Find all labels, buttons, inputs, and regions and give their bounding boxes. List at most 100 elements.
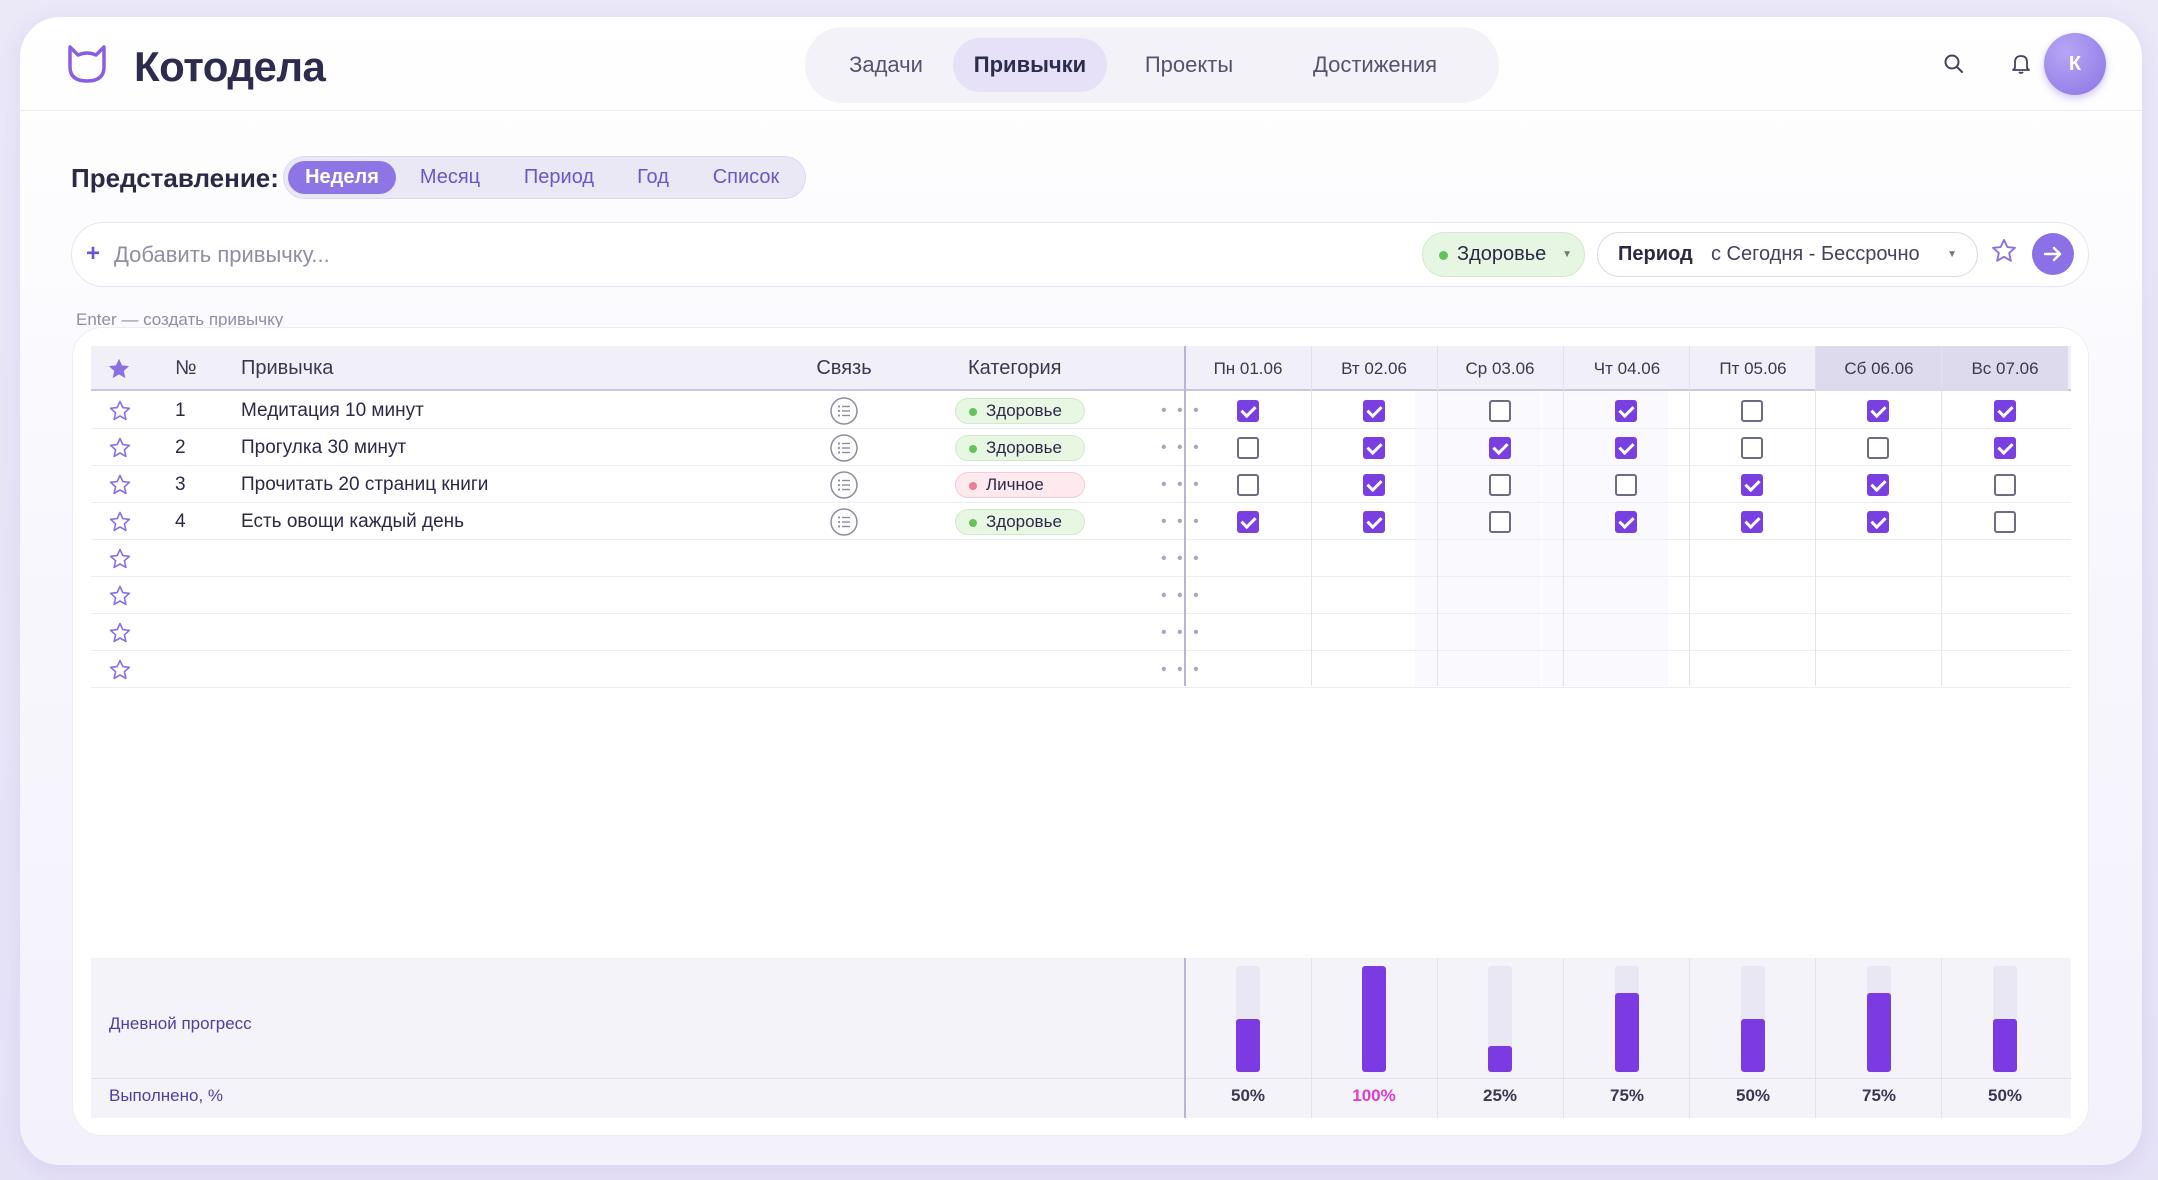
star-icon[interactable]: [108, 436, 132, 465]
row-menu-icon[interactable]: • • •: [1161, 651, 1202, 688]
habit-checkbox[interactable]: [1489, 437, 1511, 459]
header-day: Ср 03.06: [1465, 359, 1535, 378]
star-icon[interactable]: [1990, 237, 2018, 270]
habit-checkbox[interactable]: [1615, 511, 1637, 533]
linked-list-icon[interactable]: [829, 433, 859, 468]
habit-checkbox[interactable]: [1741, 511, 1763, 533]
table-row[interactable]: • • •: [91, 651, 2071, 688]
star-icon[interactable]: [108, 547, 132, 576]
category-select[interactable]: Здоровье ▼: [1422, 232, 1585, 277]
habit-checkbox[interactable]: [1741, 437, 1763, 459]
star-icon[interactable]: [108, 584, 132, 613]
habit-checkbox[interactable]: [1615, 437, 1637, 459]
view-tab-month[interactable]: Месяц: [400, 161, 500, 194]
linked-list-icon[interactable]: [829, 470, 859, 505]
category-dot: [969, 482, 977, 490]
row-menu-icon[interactable]: • • •: [1161, 577, 1202, 614]
row-menu-icon[interactable]: • • •: [1161, 540, 1202, 577]
submit-arrow-button[interactable]: [2032, 233, 2074, 275]
habit-checkbox[interactable]: [1237, 437, 1259, 459]
habit-checkbox[interactable]: [1363, 437, 1385, 459]
table-row[interactable]: • • •: [91, 540, 2071, 577]
progress-bar-fill: [1741, 1019, 1765, 1072]
table-row[interactable]: 3 Прочитать 20 страниц книги Личное • • •: [91, 466, 2071, 503]
row-menu-icon[interactable]: • • •: [1161, 429, 1202, 466]
habit-checkbox[interactable]: [1237, 400, 1259, 422]
nav-tasks[interactable]: Задачи: [825, 38, 947, 92]
habit-name[interactable]: Есть овощи каждый день: [241, 503, 464, 540]
row-menu-icon[interactable]: • • •: [1161, 614, 1202, 651]
table-row[interactable]: 1 Медитация 10 минут Здоровье • • •: [91, 392, 2071, 429]
row-menu-icon[interactable]: • • •: [1161, 466, 1202, 503]
avatar[interactable]: К: [2044, 33, 2106, 95]
habit-checkbox[interactable]: [1363, 511, 1385, 533]
habit-name[interactable]: Прогулка 30 минут: [241, 429, 406, 466]
habit-checkbox[interactable]: [1994, 437, 2016, 459]
period-select[interactable]: Период с Сегодня - Бессрочно ▼: [1597, 232, 1978, 277]
star-icon[interactable]: [108, 658, 132, 687]
habit-checkbox[interactable]: [1994, 511, 2016, 533]
category-badge-label: Здоровье: [986, 512, 1062, 531]
habit-checkbox[interactable]: [1363, 400, 1385, 422]
habit-name[interactable]: Прочитать 20 страниц книги: [241, 466, 488, 503]
habit-checkbox[interactable]: [1237, 511, 1259, 533]
progress-bar-track: [1362, 966, 1386, 1072]
bell-icon[interactable]: [2004, 47, 2038, 81]
habit-checkbox[interactable]: [1615, 474, 1637, 496]
habit-checkbox[interactable]: [1867, 474, 1889, 496]
star-icon[interactable]: [108, 510, 132, 539]
star-icon[interactable]: [108, 621, 132, 650]
category-dot: [969, 519, 977, 527]
category-badge[interactable]: Здоровье: [955, 435, 1085, 461]
habit-checkbox[interactable]: [1489, 511, 1511, 533]
habit-checkbox[interactable]: [1867, 437, 1889, 459]
habit-checkbox[interactable]: [1741, 400, 1763, 422]
view-tab-period[interactable]: Период: [506, 161, 612, 194]
habit-checkbox[interactable]: [1615, 400, 1637, 422]
category-badge[interactable]: Личное: [955, 472, 1085, 498]
table-row[interactable]: • • •: [91, 614, 2071, 651]
linked-list-icon[interactable]: [829, 507, 859, 542]
habit-checkbox[interactable]: [1363, 474, 1385, 496]
habit-checkbox[interactable]: [1489, 400, 1511, 422]
main-nav: Задачи Привычки Проекты Достижения: [805, 27, 1499, 103]
category-badge[interactable]: Здоровье: [955, 509, 1085, 535]
habit-checkbox[interactable]: [1994, 474, 2016, 496]
logo[interactable]: Котодела: [64, 41, 326, 92]
column-divider: [1563, 346, 1564, 686]
period-value: с Сегодня - Бессрочно: [1711, 243, 1920, 265]
view-tab-year[interactable]: Год: [618, 161, 688, 194]
linked-list-icon[interactable]: [829, 396, 859, 431]
habit-checkbox[interactable]: [1741, 474, 1763, 496]
progress-bar-track: [1615, 966, 1639, 1072]
habit-checkbox[interactable]: [1994, 400, 2016, 422]
footer-divider: [91, 1078, 2071, 1079]
nav-habits[interactable]: Привычки: [953, 38, 1107, 92]
category-badge[interactable]: Здоровье: [955, 398, 1085, 424]
add-habit-input[interactable]: [114, 238, 1014, 272]
progress-percent: 50%: [1987, 1086, 2023, 1105]
nav-achievements[interactable]: Достижения: [1269, 38, 1481, 92]
view-label: Представление:: [71, 163, 279, 193]
column-divider: [1815, 346, 1816, 686]
search-icon[interactable]: [1937, 47, 1971, 81]
habit-checkbox[interactable]: [1237, 474, 1259, 496]
arrow-right-icon: [2043, 246, 2062, 262]
table-row[interactable]: • • •: [91, 577, 2071, 614]
habit-checkbox[interactable]: [1867, 400, 1889, 422]
header-habit: Привычка: [241, 357, 334, 379]
table-row[interactable]: 2 Прогулка 30 минут Здоровье • • •: [91, 429, 2071, 466]
habit-checkbox[interactable]: [1867, 511, 1889, 533]
view-tab-week[interactable]: Неделя: [288, 161, 396, 194]
progress-bar-fill: [1993, 1019, 2017, 1072]
star-filled-icon[interactable]: [106, 356, 132, 387]
habit-name[interactable]: Медитация 10 минут: [241, 392, 424, 429]
star-icon[interactable]: [108, 473, 132, 502]
nav-projects[interactable]: Проекты: [1115, 38, 1263, 92]
row-menu-icon[interactable]: • • •: [1161, 503, 1202, 540]
view-tab-list[interactable]: Список: [694, 161, 798, 194]
table-row[interactable]: 4 Есть овощи каждый день Здоровье • • •: [91, 503, 2071, 540]
row-menu-icon[interactable]: • • •: [1161, 392, 1202, 429]
star-icon[interactable]: [108, 399, 132, 428]
habit-checkbox[interactable]: [1489, 474, 1511, 496]
